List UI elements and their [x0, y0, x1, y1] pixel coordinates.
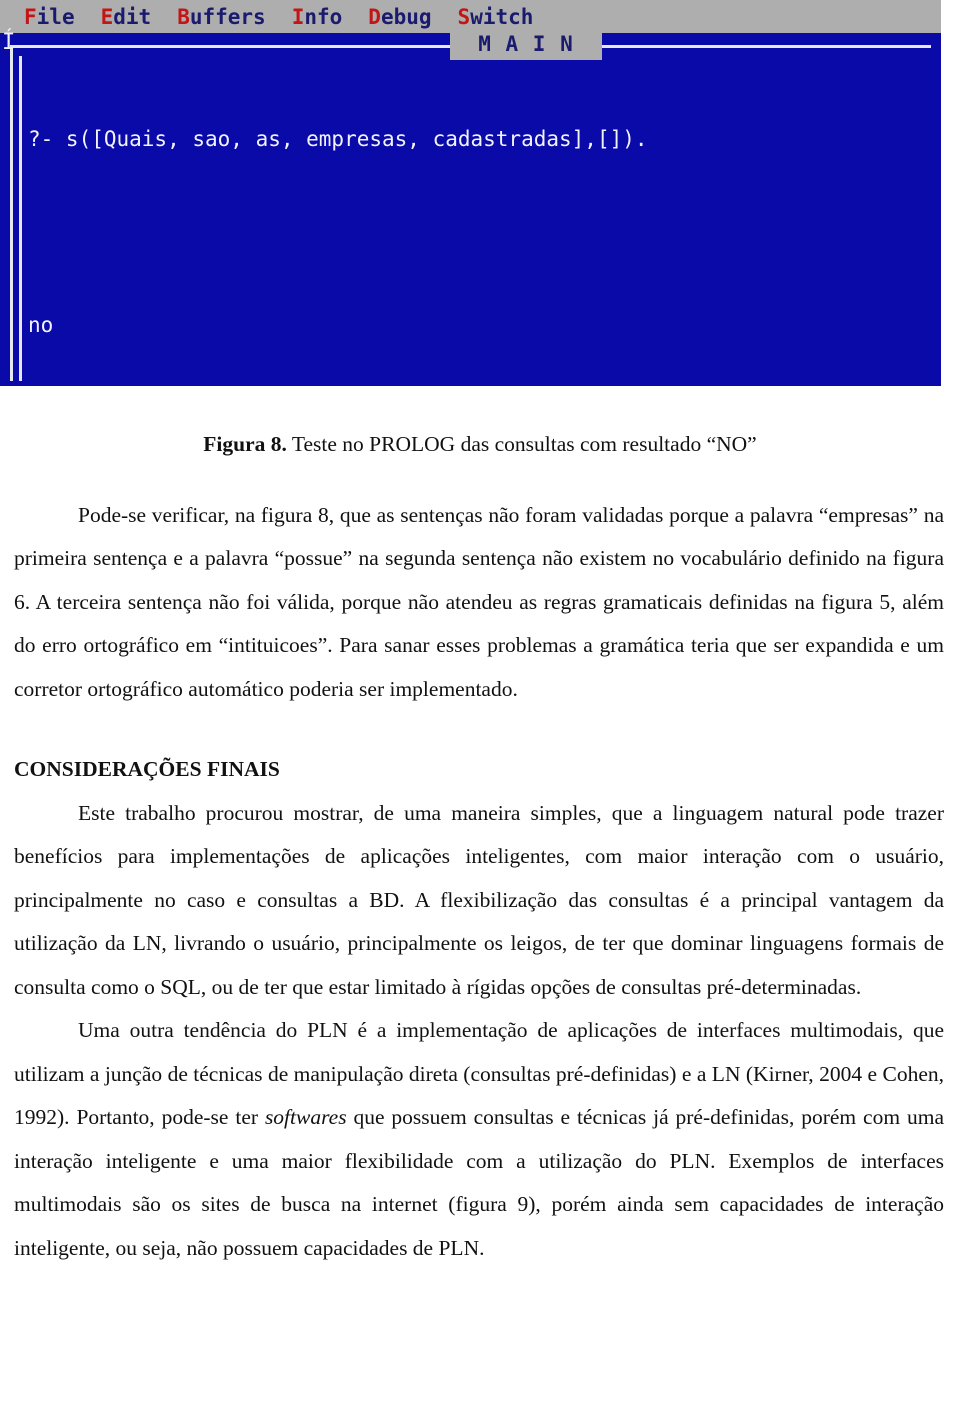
menu-item-file[interactable]: File: [24, 4, 75, 29]
frame-corner-glyph: Í: [2, 30, 16, 55]
menu-item-info[interactable]: Info: [291, 4, 343, 29]
menu-label-switch: witch: [470, 4, 534, 29]
document-body: Figura 8. Teste no PROLOG das consultas …: [0, 386, 960, 1270]
menu-accel-switch: S: [457, 4, 471, 29]
menu-accel-buffers: B: [177, 4, 190, 29]
menu-label-edit: dit: [113, 4, 152, 29]
menu-accel-edit: E: [100, 4, 114, 29]
frame-left-border-inner: [19, 56, 22, 381]
menu-item-edit[interactable]: Edit: [100, 4, 152, 29]
menu-accel-debug: D: [368, 4, 381, 29]
menu-label-buffers: uffers: [189, 4, 266, 29]
terminal-line: no: [28, 313, 54, 337]
figure-caption-text: Teste no PROLOG das consultas com result…: [286, 432, 757, 456]
terminal-output[interactable]: ?- s([Quais, sao, as, empresas, cadastra…: [28, 62, 923, 386]
paragraph-3-italic-term: softwares: [264, 1105, 347, 1130]
paragraph-1: Pode-se verificar, na figura 8, que as s…: [14, 502, 944, 701]
menu-accel-info: I: [291, 4, 305, 29]
menu-accel-file: F: [24, 4, 37, 29]
paragraph-3: Uma outra tendência do PLN é a implement…: [0, 1009, 960, 1270]
menu-label-file: ile: [36, 4, 75, 29]
frame-left-border: [10, 45, 13, 381]
figure-caption-number: Figura 8.: [203, 432, 287, 456]
figure-caption: Figura 8. Teste no PROLOG das consultas …: [0, 386, 960, 458]
menu-label-info: nfo: [304, 4, 343, 29]
menu-item-debug[interactable]: Debug: [368, 4, 432, 29]
main-buffer-tab-label: M A I N: [478, 31, 574, 56]
menu-item-buffers[interactable]: Buffers: [177, 4, 266, 29]
paragraph-2: Este trabalho procurou mostrar, de uma m…: [14, 800, 944, 999]
prolog-terminal-screenshot: File Edit Buffers Info Debug Switch Í M …: [0, 0, 941, 386]
terminal-line: ?- s([Quais, sao, as, empresas, cadastra…: [28, 127, 648, 151]
main-buffer-tab[interactable]: M A I N: [450, 28, 602, 60]
section-heading-consideracoes-finais: CONSIDERAÇÕES FINAIS: [14, 757, 280, 782]
menu-item-switch[interactable]: Switch: [457, 4, 534, 29]
menu-label-debug: ebug: [380, 4, 432, 29]
